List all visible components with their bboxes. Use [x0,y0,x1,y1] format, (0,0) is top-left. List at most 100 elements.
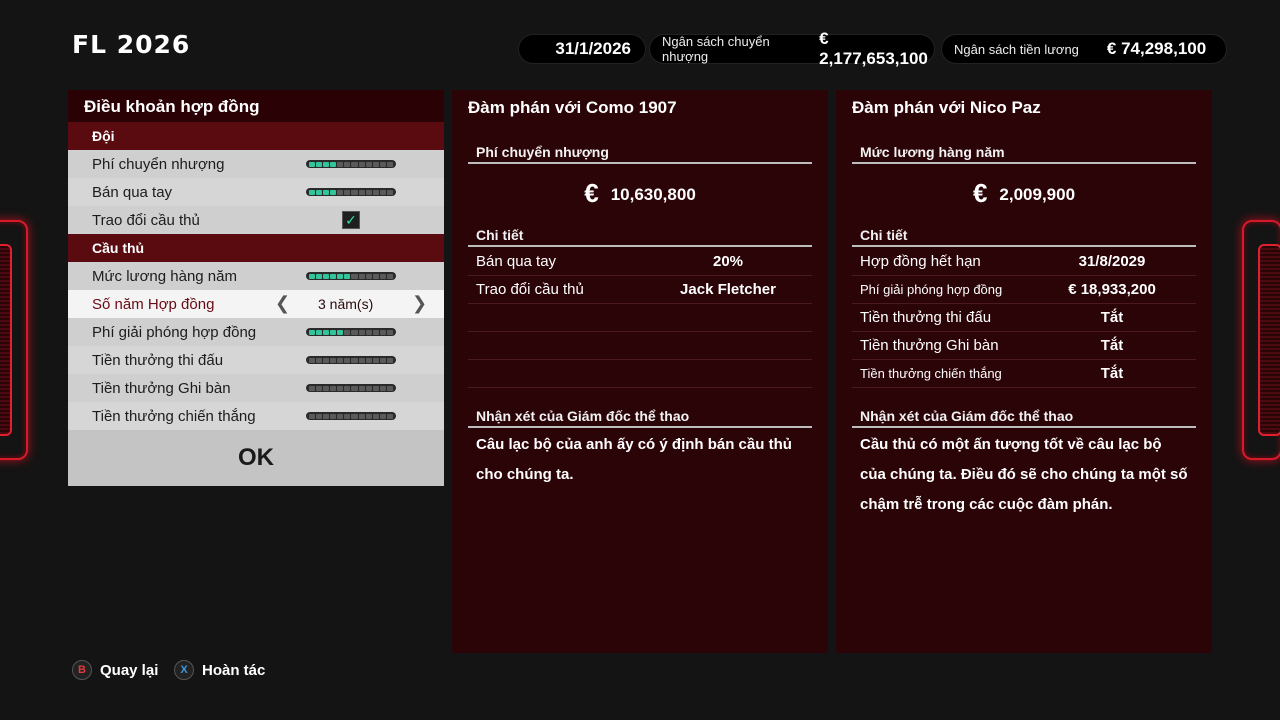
transfer-fee-meter[interactable] [306,160,396,168]
meter-segment [330,357,337,363]
meter-segment [316,385,323,391]
b-button-icon: B [72,660,92,680]
contract-years-label: Số năm Hợp đồng [92,295,215,313]
club-detail-row: Bán qua tay 20% [468,248,812,276]
meter-segment [337,357,344,363]
sell-on-label: Bán qua tay [92,183,173,201]
date-display: 31/1/2026 [519,35,645,63]
chevron-right-icon[interactable]: ❯ [412,293,427,314]
left-nav-inner [0,244,12,436]
transfer-fee-row[interactable]: Phí chuyển nhượng [68,150,444,178]
win-bonus-label: Tiền thưởng chiến thắng [92,407,256,425]
player-detail-value: 31/8/2029 [1078,253,1146,270]
transfer-fee-label: Phí chuyển nhượng [92,155,225,173]
meter-segment [309,413,316,419]
meter-segment [358,413,365,419]
team-section-header: Đội [68,122,444,150]
ok-button[interactable]: OK [68,430,444,486]
meter-segment [309,161,316,167]
undo-hint[interactable]: X Hoàn tác [174,660,265,680]
meter-segment [372,329,379,335]
release-clause-meter[interactable] [306,328,396,336]
player-detail-row: Hợp đồng hết hạn 31/8/2029 [852,248,1196,276]
meter-segment [358,189,365,195]
player-detail-value: Tắt [1100,337,1124,354]
meter-segment [337,329,344,335]
goal-bonus-label: Tiền thưởng Ghi bàn [92,379,231,397]
right-nav-indicator[interactable] [1242,220,1280,460]
wage-budget: Ngân sách tiền lương € 74,298,100 [942,35,1226,63]
left-nav-indicator[interactable] [0,220,28,460]
club-negotiation-title: Đàm phán với Como 1907 [468,98,677,117]
annual-wage-row[interactable]: Mức lương hàng năm [68,262,444,290]
meter-segment [344,385,351,391]
meter-segment [351,385,358,391]
meter-segment [365,329,372,335]
club-detail-value: 20% [712,253,744,270]
back-hint[interactable]: B Quay lại [72,660,158,680]
meter-segment [330,385,337,391]
chevron-left-icon[interactable]: ❮ [275,293,290,314]
meter-segment [379,329,386,335]
meter-segment [337,413,344,419]
meter-segment [330,189,337,195]
game-logo: FL 2026 [72,30,191,59]
club-negotiation-panel: Đàm phán với Como 1907 Phí chuyển nhượng… [452,90,828,653]
player-comment-line: chậm trễ trong các cuộc đàm phán. [860,496,1113,513]
checkbox-checked-icon[interactable]: ✓ [342,211,360,229]
meter-segment [372,161,379,167]
transfer-budget: Ngân sách chuyển nhượng € 2,177,653,100 [650,29,934,68]
meter-segment [316,329,323,335]
contract-terms-title: Điều khoản hợp đồng [68,90,444,122]
sell-on-meter[interactable] [306,188,396,196]
meter-segment [337,273,344,279]
meter-segment [372,413,379,419]
meter-segment [351,273,358,279]
meter-segment [365,357,372,363]
player-swap-row[interactable]: Trao đổi cầu thủ ✓ [68,206,444,234]
goal-bonus-meter[interactable] [306,384,396,392]
current-date: 31/1/2026 [555,39,631,58]
appearance-bonus-meter[interactable] [306,356,396,364]
meter-segment [365,161,372,167]
club-detail-row-empty [468,332,812,360]
transfer-budget-label: Ngân sách chuyển nhượng [662,34,770,64]
meter-segment [358,385,365,391]
meter-segment [337,189,344,195]
club-fee-header: Phí chuyển nhượng [468,140,812,164]
meter-segment [309,357,316,363]
club-comment-line: Câu lạc bộ của anh ấy có ý định bán cầu … [476,436,792,453]
player-detail-row: Tiền thưởng Ghi bàn Tắt [852,332,1196,360]
release-clause-row[interactable]: Phí giải phóng hợp đồng [68,318,444,346]
annual-wage-label: Mức lương hàng năm [92,267,237,285]
back-label: Quay lại [100,661,159,679]
meter-segment [337,385,344,391]
meter-segment [323,357,330,363]
contract-years-row[interactable]: Số năm Hợp đồng ❮ 3 năm(s) ❯ [68,290,444,318]
goal-bonus-row[interactable]: Tiền thưởng Ghi bàn [68,374,444,402]
win-bonus-meter[interactable] [306,412,396,420]
euro-icon: € [972,178,988,208]
club-detail-row: Trao đổi cầu thủ Jack Fletcher [468,276,812,304]
meter-segment [372,273,379,279]
appearance-bonus-row[interactable]: Tiền thưởng thi đấu [68,346,444,374]
meter-segment [386,385,393,391]
player-negotiation-title: Đàm phán với Nico Paz [852,98,1041,117]
meter-segment [323,189,330,195]
player-detail-key: Phí giải phóng hợp đồng [860,282,1003,297]
meter-segment [309,189,316,195]
win-bonus-row[interactable]: Tiền thưởng chiến thắng [68,402,444,430]
sell-on-row[interactable]: Bán qua tay [68,178,444,206]
player-wage-header: Mức lương hàng năm [852,140,1196,164]
annual-wage-meter[interactable] [306,272,396,280]
meter-segment [351,357,358,363]
player-detail-key: Hợp đồng hết hạn [860,253,981,270]
meter-segment [309,273,316,279]
club-detail-key: Bán qua tay [476,253,557,270]
meter-segment [330,273,337,279]
player-wage-amount: €2,009,900 [836,178,1212,209]
meter-segment [386,413,393,419]
meter-segment [372,357,379,363]
meter-segment [379,161,386,167]
meter-segment [358,273,365,279]
